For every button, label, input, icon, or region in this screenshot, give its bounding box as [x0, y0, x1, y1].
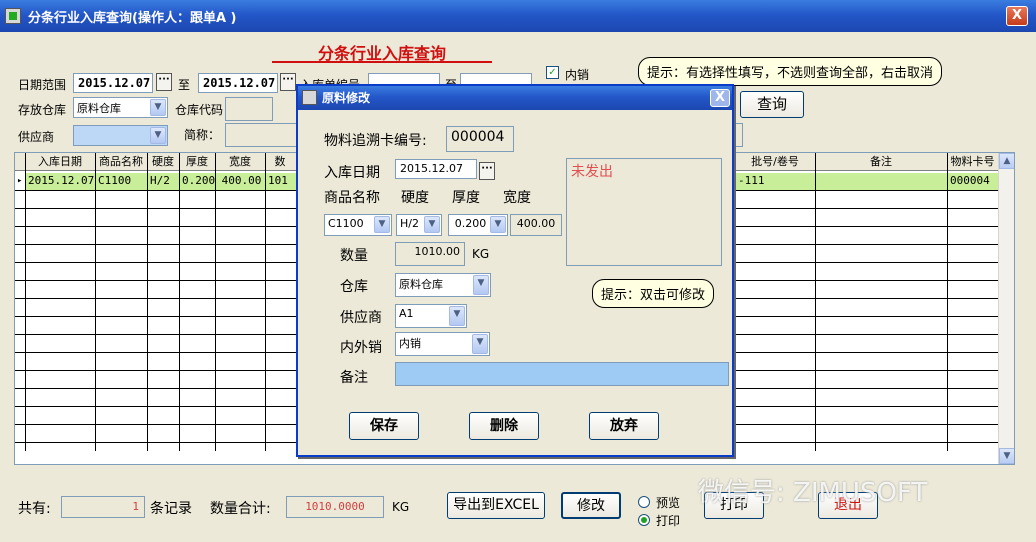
chevron-down-icon[interactable]: ▼ [374, 216, 390, 233]
discard-button[interactable]: 放弃 [589, 412, 659, 440]
chevron-down-icon[interactable]: ▼ [150, 127, 166, 144]
dialog-title-bar: 原料修改 [298, 86, 732, 110]
width-input[interactable]: 400.00 [510, 214, 562, 236]
abbr-label: 简称： [184, 128, 221, 142]
row-marker-icon: ▸ [17, 176, 23, 186]
dialog-close-button[interactable]: X [710, 89, 730, 107]
product-value: C1100 [328, 217, 364, 230]
filter-tip: 提示：有选择性填写，不选则查询全部，右击取消 [638, 57, 943, 86]
edit-tip: 提示：双击可修改 [592, 279, 715, 308]
records-label: 条记录 [150, 501, 192, 517]
supplier-label: 供应商 [18, 130, 55, 144]
cell-width: 400.00 [221, 174, 262, 187]
dlg-warehouse-select[interactable]: 原料仓库 ▼ [395, 273, 491, 297]
cell-quantity: 101 [268, 174, 288, 187]
date-from-picker-button[interactable]: ··· [156, 73, 172, 91]
hardness-select[interactable]: H/2 ▼ [396, 214, 442, 236]
window-title: 分条行业入库查询(操作人：跟单A ) [28, 10, 237, 26]
total-records-input: 1 [61, 496, 145, 518]
cell-thickness: 0.200 [182, 174, 215, 187]
status-box: 未发出 [566, 158, 722, 266]
total-label: 共有: [18, 501, 51, 517]
to-label: 至 [178, 78, 191, 92]
remark-label: 备注 [340, 370, 368, 386]
preview-label: 预览 [656, 496, 681, 510]
domestic-checkbox[interactable]: ✓ [546, 66, 559, 79]
chevron-down-icon[interactable]: ▼ [150, 99, 166, 116]
abbr-input-end [734, 123, 743, 147]
qty-unit: KG [392, 500, 410, 514]
query-button[interactable]: 查询 [740, 91, 804, 118]
warehouse-code-input[interactable] [225, 97, 273, 121]
save-button[interactable]: 保存 [349, 412, 419, 440]
sales-type-label: 内外销 [340, 340, 382, 356]
print-radio-label: 打印 [656, 514, 681, 528]
dialog-app-icon [302, 90, 317, 105]
product-select[interactable]: C1100 ▼ [324, 214, 392, 236]
warehouse-code-label: 仓库代码 [175, 103, 224, 117]
quantity-label: 数量 [340, 248, 368, 264]
cell-batch-no: -111 [738, 174, 765, 187]
abbr-input[interactable] [225, 123, 297, 147]
quantity-input[interactable]: 1010.00 [395, 242, 465, 266]
grid-vertical-scrollbar[interactable]: ▲ ▼ [998, 153, 1014, 464]
export-excel-button[interactable]: 导出到EXCEL [447, 492, 545, 519]
date-to-input[interactable]: 2015.12.07 [198, 73, 278, 93]
hardness-value: H/2 [400, 217, 419, 230]
chevron-down-icon[interactable]: ▼ [490, 216, 506, 233]
thickness-label: 厚度 [452, 190, 480, 206]
in-date-input[interactable]: 2015.12.07 [395, 159, 477, 179]
in-date-picker-button[interactable]: ··· [479, 162, 495, 180]
sales-type-select[interactable]: 内销 ▼ [395, 332, 490, 356]
quantity-unit: KG [472, 247, 490, 261]
qty-sum-label: 数量合计: [210, 501, 271, 517]
not-shipped-text: 未发出 [571, 164, 613, 180]
cell-in-date: 2015.12.07 [28, 174, 95, 187]
scroll-up-icon[interactable]: ▲ [999, 153, 1014, 169]
cell-hardness: H/2 [150, 174, 170, 187]
chevron-down-icon[interactable]: ▼ [424, 216, 440, 233]
modify-button[interactable]: 修改 [561, 492, 621, 519]
window-title-bar: 分条行业入库查询(操作人：跟单A ) [0, 0, 1036, 32]
chevron-down-icon[interactable]: ▼ [449, 306, 465, 326]
dlg-supplier-value: A1 [399, 307, 414, 320]
dlg-warehouse-label: 仓库 [340, 279, 368, 295]
dlg-warehouse-value: 原料仓库 [399, 278, 443, 291]
warehouse-select[interactable]: 原料仓库 ▼ [73, 97, 168, 118]
trace-card-label: 物料追溯卡编号: [324, 133, 427, 149]
print-radio[interactable] [638, 514, 650, 526]
domestic-label: 内销 [565, 68, 590, 82]
thickness-select[interactable]: 0.200 ▼ [448, 214, 508, 236]
dialog-title: 原料修改 [322, 91, 371, 105]
cell-product: C1100 [98, 174, 132, 187]
sales-type-value: 内销 [399, 337, 421, 350]
warehouse-value: 原料仓库 [77, 102, 121, 115]
width-label: 宽度 [503, 190, 531, 206]
watermark: 微信号: ZIMUSOFT [698, 478, 928, 508]
remark-input[interactable] [395, 362, 729, 386]
supplier-select[interactable]: ▼ [73, 125, 168, 146]
date-range-label: 日期范围 [18, 78, 67, 92]
delete-button[interactable]: 删除 [469, 412, 539, 440]
app-icon [5, 8, 21, 24]
chevron-down-icon[interactable]: ▼ [473, 275, 489, 295]
in-date-label: 入库日期 [324, 165, 380, 181]
trace-card-input[interactable]: 000004 [446, 126, 514, 152]
product-label: 商品名称 [324, 190, 380, 206]
material-edit-dialog: 原料修改 X 物料追溯卡编号: 000004 入库日期 2015.12.07 ·… [296, 84, 734, 457]
thickness-value: 0.200 [454, 217, 487, 230]
report-title-underline [272, 61, 492, 63]
date-from-input[interactable]: 2015.12.07 [73, 73, 153, 93]
chevron-down-icon[interactable]: ▼ [472, 334, 488, 354]
qty-sum-input: 1010.0000 [286, 496, 384, 518]
cell-card-no: 000004 [950, 174, 990, 187]
scroll-down-icon[interactable]: ▼ [999, 448, 1014, 464]
date-to-picker-button[interactable]: ··· [280, 73, 296, 91]
preview-radio[interactable] [638, 496, 650, 508]
hardness-label: 硬度 [401, 190, 429, 206]
dlg-supplier-label: 供应商 [340, 310, 382, 326]
dlg-supplier-select[interactable]: A1 ▼ [395, 304, 467, 328]
window-close-button[interactable]: X [1006, 6, 1028, 26]
warehouse-label: 存放仓库 [18, 103, 67, 117]
